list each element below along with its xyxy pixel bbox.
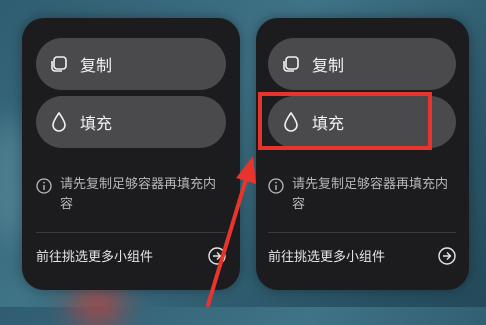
more-widgets-label: 前往挑选更多小组件	[268, 250, 386, 265]
tip-text: 请先复制足够容器再填充内容	[292, 177, 449, 212]
tip: 请先复制足够容器再填充内容	[268, 175, 456, 215]
tip-text: 请先复制足够容器再填充内容	[60, 177, 217, 212]
more-widgets-link[interactable]: 前往挑选更多小组件	[268, 246, 456, 265]
copy-icon	[48, 53, 70, 75]
fill-label: 填充	[80, 114, 113, 133]
divider	[36, 232, 226, 233]
more-widgets-link[interactable]: 前往挑选更多小组件	[36, 246, 226, 265]
tip: 请先复制足够容器再填充内容	[36, 175, 226, 215]
arrow-right-circle-icon	[438, 246, 456, 265]
widget-left: 复制 填充 请先复制足够容器再填充内容 前往挑选更多小组件	[22, 18, 240, 290]
divider	[268, 232, 456, 233]
background-red-blur	[70, 285, 125, 325]
info-icon	[36, 178, 52, 194]
copy-label: 复制	[80, 56, 113, 75]
copy-icon	[280, 53, 302, 75]
copy-button[interactable]: 复制	[36, 38, 226, 90]
fill-button[interactable]: 填充	[36, 96, 226, 148]
widget-right: 复制 填充 请先复制足够容器再填充内容 前往挑选更多小组件	[256, 18, 469, 290]
highlight-box	[258, 92, 432, 150]
drop-icon	[48, 111, 70, 133]
copy-label: 复制	[312, 56, 345, 75]
copy-button[interactable]: 复制	[268, 38, 456, 90]
info-icon	[268, 178, 284, 194]
more-widgets-label: 前往挑选更多小组件	[36, 250, 154, 265]
arrow-right-circle-icon	[208, 246, 226, 265]
